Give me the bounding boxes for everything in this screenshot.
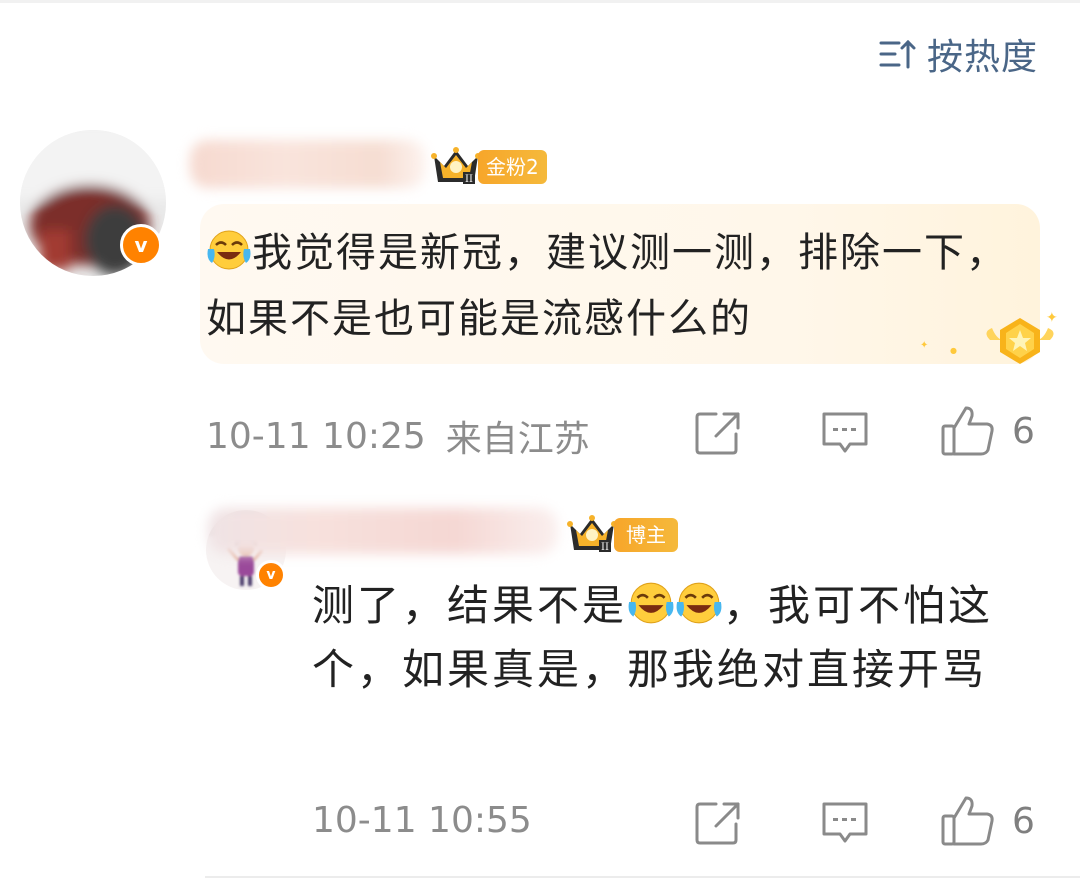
divider: [205, 876, 1080, 878]
laugh-cry-emoji: [628, 582, 674, 624]
verified-badge: v: [256, 560, 286, 590]
fan-level-badge: II 金粉2: [430, 146, 547, 188]
author-label: 博主: [614, 518, 678, 552]
thumbs-up-icon: [941, 406, 994, 456]
sort-label: 按热度: [926, 37, 1038, 78]
sort-by-hot-button[interactable]: 按热度: [879, 28, 1038, 80]
fan-level-label: 金粉2: [478, 150, 547, 184]
share-icon: [695, 802, 740, 845]
author-badge: II 博主: [566, 514, 678, 556]
like-button[interactable]: 6: [940, 404, 1035, 458]
username-blurred[interactable]: [190, 140, 426, 188]
svg-text:II: II: [601, 542, 609, 553]
like-count: 6: [1012, 800, 1035, 842]
laugh-cry-emoji: [676, 582, 722, 624]
reply-meta: 10-11 10:55: [312, 800, 532, 841]
like-count: 6: [1012, 410, 1035, 452]
verified-badge: v: [120, 224, 162, 266]
share-button[interactable]: [694, 800, 742, 846]
svg-text:II: II: [465, 174, 473, 185]
share-button[interactable]: [694, 410, 742, 456]
username-blurred[interactable]: [208, 508, 558, 554]
laugh-cry-emoji: [207, 230, 251, 270]
comment-location: 来自江苏: [445, 419, 590, 460]
crown-icon: II: [431, 147, 481, 185]
comment-icon: [822, 802, 868, 843]
share-icon: [695, 412, 740, 455]
sparkle-icon: ✦: [1046, 310, 1058, 326]
top-divider: [0, 0, 1080, 3]
reply-time: 10-11 10:55: [312, 800, 532, 841]
comment-text: 我觉得是新冠，建议测一测，排除一下，如果不是也可能是流感什么的: [206, 230, 1008, 342]
comment-icon: [822, 412, 868, 453]
sparkle-icon: ●: [950, 346, 957, 355]
comment-meta: 10-11 10:25 来自江苏: [206, 410, 590, 462]
reply-button[interactable]: [820, 800, 870, 846]
reply-text: 测了，结果不是 ，我可不怕这个，如果真是，那我绝对直接开骂: [312, 581, 994, 694]
crown-icon: II: [567, 515, 617, 553]
sort-icon: [879, 39, 916, 69]
reply-button[interactable]: [820, 410, 870, 456]
thumbs-up-icon: [941, 796, 994, 846]
like-button[interactable]: 6: [940, 794, 1035, 848]
comment-time: 10-11 10:25: [206, 415, 426, 457]
sparkle-icon: ✦: [920, 340, 929, 351]
